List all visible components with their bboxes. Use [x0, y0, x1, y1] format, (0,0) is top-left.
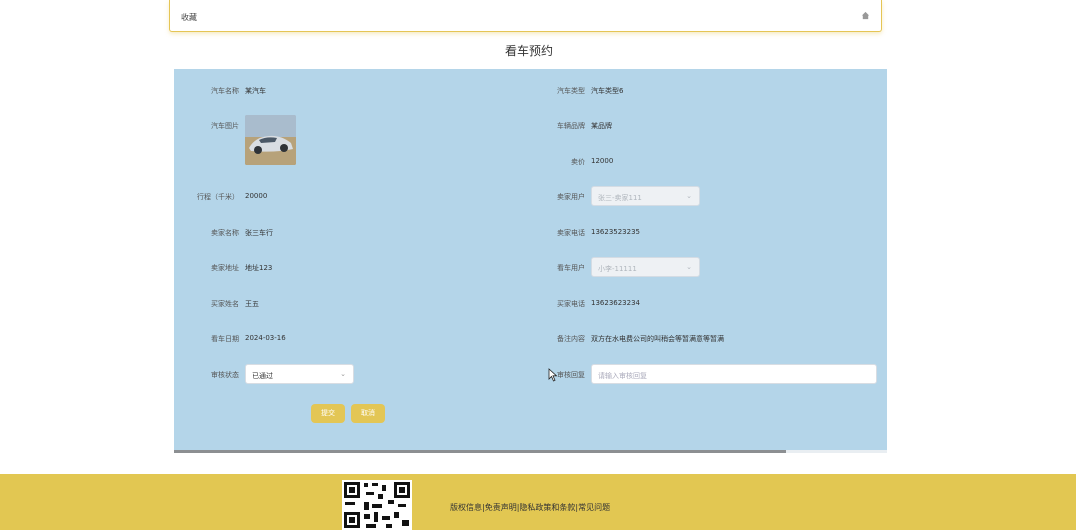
car-image-label: 汽车图片 — [211, 122, 239, 130]
view-date-value: 2024-03-16 — [245, 334, 286, 342]
review-status-value: 已通过 — [252, 372, 273, 380]
viewer-user-label: 看车用户 — [557, 264, 585, 272]
car-name-value: 某汽车 — [245, 87, 266, 95]
qr-code — [342, 480, 412, 530]
seller-address-value: 地址123 — [245, 264, 273, 272]
car-type-label: 汽车类型 — [557, 87, 585, 95]
cancel-button[interactable]: 取消 — [351, 404, 385, 423]
seller-user-select: 张三-卖家111 ⌄ — [591, 186, 700, 206]
seller-user-label: 卖家用户 — [557, 193, 585, 201]
buyer-name-value: 王五 — [245, 300, 259, 308]
seller-name-label: 卖家名称 — [211, 229, 239, 237]
page: 收藏 看车预约 汽车名称 某汽车 汽车类型 汽车类型6 汽车图片 车辆品牌 某品… — [0, 0, 1076, 530]
seller-user-value: 张三-卖家111 — [598, 194, 642, 202]
brand-label: 车辆品牌 — [557, 122, 585, 130]
booking-form: 汽车名称 某汽车 汽车类型 汽车类型6 汽车图片 车辆品牌 某品牌 卖价 120… — [174, 69, 887, 453]
buyer-name-label: 买家姓名 — [211, 300, 239, 308]
seller-address-label: 卖家地址 — [211, 264, 239, 272]
price-value: 12000 — [591, 157, 614, 165]
scrollbar-thumb[interactable] — [174, 450, 786, 453]
remark-value: 双方在水电费公司的叫稍会等暂满意等暂满 — [591, 335, 724, 343]
submit-button[interactable]: 提交 — [311, 404, 345, 423]
remark-label: 备注内容 — [557, 335, 585, 343]
viewer-user-value: 小李-11111 — [598, 265, 637, 273]
buyer-phone-value: 13623623234 — [591, 299, 640, 307]
car-image — [245, 115, 296, 165]
review-reply-placeholder: 请输入审核回复 — [598, 372, 647, 380]
mouse-cursor-icon — [548, 368, 558, 382]
footer-links[interactable]: 版权信息|免责声明|隐私政策和条款|常见问题 — [450, 502, 610, 513]
home-icon[interactable] — [861, 11, 870, 20]
chevron-down-icon: ⌄ — [686, 192, 692, 200]
brand-value: 某品牌 — [591, 122, 612, 130]
chevron-down-icon: ⌄ — [340, 370, 346, 378]
car-name-label: 汽车名称 — [211, 87, 239, 95]
mileage-label: 行程（千米） — [197, 193, 239, 201]
seller-phone-label: 卖家电话 — [557, 229, 585, 237]
seller-name-value: 张三车行 — [245, 229, 273, 237]
view-date-label: 看车日期 — [211, 335, 239, 343]
top-nav-bar: 收藏 — [169, 0, 882, 32]
favorites-link[interactable]: 收藏 — [181, 12, 197, 23]
footer: 版权信息|免责声明|隐私政策和条款|常见问题 — [0, 474, 1076, 530]
review-reply-label: 审核回复 — [557, 371, 585, 379]
buyer-phone-label: 买家电话 — [557, 300, 585, 308]
chevron-down-icon: ⌄ — [686, 263, 692, 271]
mileage-value: 20000 — [245, 192, 268, 200]
horizontal-scrollbar[interactable] — [174, 450, 887, 453]
review-status-select[interactable]: 已通过 ⌄ — [245, 364, 354, 384]
car-type-value: 汽车类型6 — [591, 87, 624, 95]
page-title: 看车预约 — [504, 44, 553, 58]
review-reply-input[interactable]: 请输入审核回复 — [591, 364, 877, 384]
viewer-user-select: 小李-11111 ⌄ — [591, 257, 700, 277]
seller-phone-value: 13623523235 — [591, 228, 640, 236]
price-label: 卖价 — [571, 158, 585, 166]
review-status-label: 审核状态 — [211, 371, 239, 379]
